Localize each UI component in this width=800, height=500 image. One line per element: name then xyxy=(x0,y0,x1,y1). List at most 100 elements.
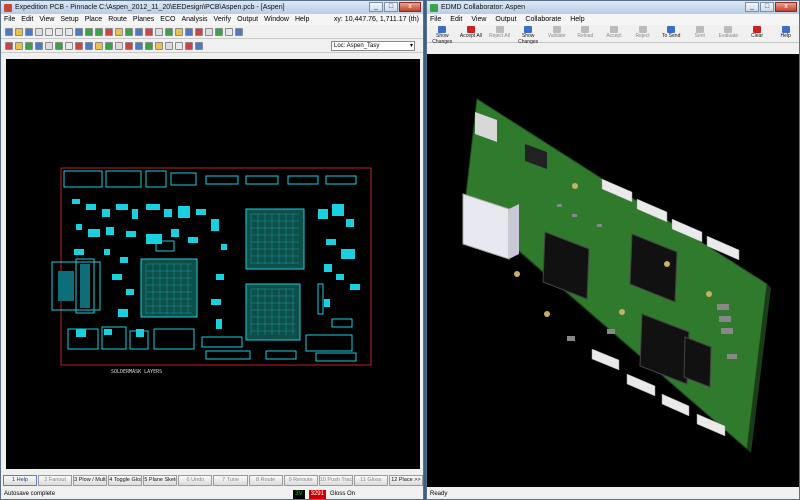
layer-icon[interactable] xyxy=(165,27,173,36)
tool-icon[interactable] xyxy=(55,41,63,50)
new-icon[interactable] xyxy=(5,27,13,36)
menu-file[interactable]: File xyxy=(430,16,441,23)
menu-view[interactable]: View xyxy=(39,16,54,23)
fkey-9[interactable]: 9 Reroute xyxy=(283,475,318,486)
menu-route[interactable]: Route xyxy=(108,16,127,23)
tool-icon[interactable] xyxy=(185,41,193,50)
place-icon[interactable] xyxy=(115,27,123,36)
edmd-title-bar[interactable]: EDMD Collaborator: Aspen _ □ x xyxy=(427,1,799,14)
tool-icon[interactable] xyxy=(95,41,103,50)
menu-analysis[interactable]: Analysis xyxy=(181,16,207,23)
fkey-2[interactable]: 2 Fanout xyxy=(38,475,73,486)
tool-icon[interactable] xyxy=(75,41,83,50)
undo-icon[interactable] xyxy=(75,27,83,36)
menu-collaborate[interactable]: Collaborate xyxy=(525,16,561,23)
tool-icon[interactable] xyxy=(225,27,233,36)
copy-icon[interactable] xyxy=(55,27,63,36)
close-icon[interactable]: x xyxy=(775,2,797,12)
accept-button[interactable]: Accept xyxy=(601,25,628,41)
tool-icon[interactable] xyxy=(65,41,73,50)
tool-icon[interactable] xyxy=(35,41,43,50)
close-icon[interactable]: x xyxy=(399,2,421,12)
zoom-in-icon[interactable] xyxy=(85,27,93,36)
maximize-icon[interactable]: □ xyxy=(760,2,774,12)
fkey-5[interactable]: 5 Plane Sketch xyxy=(143,475,178,486)
cut-icon[interactable] xyxy=(45,27,53,36)
fkey-10[interactable]: 10 Push Trace xyxy=(318,475,353,486)
tool-icon[interactable] xyxy=(125,41,133,50)
menu-place[interactable]: Place xyxy=(85,16,103,23)
pcb-title-bar[interactable]: Expedition PCB - Pinnacle C:\Aspen_2012_… xyxy=(1,1,423,14)
tool-icon[interactable] xyxy=(145,41,153,50)
plane-icon[interactable] xyxy=(135,27,143,36)
display-icon[interactable] xyxy=(155,27,163,36)
tool-icon[interactable] xyxy=(25,41,33,50)
3d-pcb-model xyxy=(462,98,771,453)
show-changes-button[interactable]: Show Changes xyxy=(429,25,456,45)
tool-icon[interactable] xyxy=(215,27,223,36)
show-changes-2-button[interactable]: Show Changes xyxy=(515,25,542,45)
fkey-11[interactable]: 11 Gloss xyxy=(353,475,388,486)
fkey-8[interactable]: 8 Route xyxy=(248,475,283,486)
minimize-icon[interactable]: _ xyxy=(745,2,759,12)
3d-board-view[interactable] xyxy=(427,54,799,487)
tool-icon[interactable] xyxy=(115,41,123,50)
open-icon[interactable] xyxy=(15,27,23,36)
menu-eco[interactable]: ECO xyxy=(160,16,175,23)
validate-button[interactable]: Validate xyxy=(543,25,570,41)
fkey-7[interactable]: 7 Tune xyxy=(213,475,248,486)
menu-help[interactable]: Help xyxy=(570,16,584,23)
measure-icon[interactable] xyxy=(195,27,203,36)
fkey-6[interactable]: 6 Undo xyxy=(178,475,213,486)
menu-window[interactable]: Window xyxy=(264,16,289,23)
to-send-button[interactable]: To Send xyxy=(658,25,685,41)
menu-edit[interactable]: Edit xyxy=(450,16,462,23)
menu-verify[interactable]: Verify xyxy=(214,16,232,23)
tool-icon[interactable] xyxy=(85,41,93,50)
location-dropdown[interactable]: Loc: Aspen_Tasy xyxy=(331,40,415,51)
grid-icon[interactable] xyxy=(185,27,193,36)
minimize-icon[interactable]: _ xyxy=(369,2,383,12)
menu-output[interactable]: Output xyxy=(237,16,258,23)
tool-icon[interactable] xyxy=(205,27,213,36)
fkey-4[interactable]: 4 Toggle Gloss xyxy=(108,475,143,486)
menu-edit[interactable]: Edit xyxy=(21,16,33,23)
tool-icon[interactable] xyxy=(45,41,53,50)
tool-icon[interactable] xyxy=(175,41,183,50)
tool-icon[interactable] xyxy=(5,41,13,50)
maximize-icon[interactable]: □ xyxy=(384,2,398,12)
fkey-1[interactable]: 1 Help xyxy=(3,475,38,486)
help-button[interactable]: Help xyxy=(772,25,799,41)
fkey-3[interactable]: 3 Plow / Multi xyxy=(73,475,108,486)
accept-all-button[interactable]: Accept All xyxy=(458,25,485,41)
clear-button[interactable]: Clear xyxy=(744,25,771,41)
menu-setup[interactable]: Setup xyxy=(60,16,78,23)
reject-button[interactable]: Reject xyxy=(629,25,656,41)
select-icon[interactable] xyxy=(105,27,113,36)
menu-help[interactable]: Help xyxy=(295,16,309,23)
menu-output[interactable]: Output xyxy=(495,16,516,23)
sent-button[interactable]: Sent xyxy=(686,25,713,41)
evaluate-button[interactable]: Evaluate xyxy=(715,25,742,41)
tool-icon[interactable] xyxy=(235,27,243,36)
reload-button[interactable]: Reload xyxy=(572,25,599,41)
zoom-out-icon[interactable] xyxy=(95,27,103,36)
tool-icon[interactable] xyxy=(135,41,143,50)
reject-all-button[interactable]: Reject All xyxy=(486,25,513,41)
tool-icon[interactable] xyxy=(105,41,113,50)
menu-view[interactable]: View xyxy=(471,16,486,23)
tool-icon[interactable] xyxy=(155,41,163,50)
print-icon[interactable] xyxy=(35,27,43,36)
pcb-canvas[interactable]: SOLDERMASK LAYERS xyxy=(6,59,420,469)
tool-icon[interactable] xyxy=(195,41,203,50)
fit-icon[interactable] xyxy=(175,27,183,36)
route-icon[interactable] xyxy=(125,27,133,36)
menu-planes[interactable]: Planes xyxy=(133,16,154,23)
save-icon[interactable] xyxy=(25,27,33,36)
drc-icon[interactable] xyxy=(145,27,153,36)
menu-file[interactable]: File xyxy=(4,16,15,23)
paste-icon[interactable] xyxy=(65,27,73,36)
tool-icon[interactable] xyxy=(165,41,173,50)
tool-icon[interactable] xyxy=(15,41,23,50)
fkey-12[interactable]: 12 Place >> xyxy=(388,475,423,486)
